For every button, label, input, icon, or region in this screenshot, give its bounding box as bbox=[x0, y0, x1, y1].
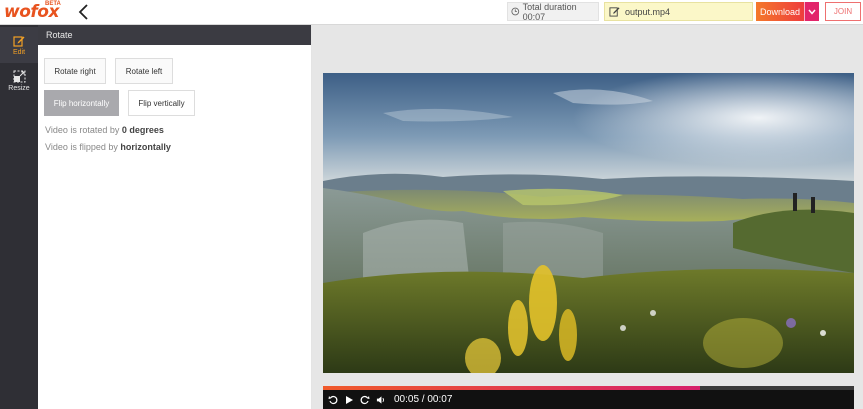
resize-icon bbox=[13, 70, 25, 83]
rotate-right-button[interactable]: Rotate right bbox=[44, 58, 106, 84]
download-button[interactable]: Download bbox=[756, 2, 804, 21]
video-frame-landscape bbox=[323, 73, 854, 373]
wofox-logo[interactable]: wofox BETA bbox=[4, 1, 61, 23]
tool-sidebar: Edit Resize bbox=[0, 25, 38, 409]
rotate-ccw-icon bbox=[328, 395, 338, 404]
clock-icon bbox=[511, 7, 520, 16]
total-duration: Total duration 00:07 bbox=[507, 1, 599, 22]
play-button[interactable] bbox=[344, 395, 354, 405]
sidebar-item-resize-label: Resize bbox=[8, 85, 30, 92]
rotate-cw-icon bbox=[360, 395, 370, 404]
player-controls: 00:05 / 00:07 bbox=[323, 390, 854, 409]
flip-vertically-button[interactable]: Flip vertically bbox=[128, 90, 195, 116]
flip-status-value: horizontally bbox=[120, 142, 171, 152]
filename-field[interactable]: output.mp4 bbox=[604, 2, 753, 21]
sidebar-item-edit[interactable]: Edit bbox=[0, 27, 38, 63]
preview-area: 00:05 / 00:07 bbox=[312, 25, 863, 409]
back-button[interactable] bbox=[76, 3, 92, 21]
video-preview[interactable] bbox=[323, 73, 854, 373]
sidebar-item-resize[interactable]: Resize bbox=[0, 63, 38, 99]
volume-button[interactable] bbox=[376, 395, 386, 405]
edit-icon bbox=[13, 35, 25, 47]
total-time: 00:07 bbox=[427, 394, 453, 405]
chevron-left-icon bbox=[78, 4, 88, 20]
flip-status-prefix: Video is flipped by bbox=[45, 142, 121, 152]
play-icon bbox=[346, 395, 353, 404]
redo-button[interactable] bbox=[360, 395, 370, 405]
flip-horizontally-button[interactable]: Flip horizontally bbox=[44, 90, 119, 116]
rotation-status: Video is rotated by 0 degrees bbox=[45, 125, 164, 135]
pencil-icon bbox=[609, 7, 620, 17]
total-duration-label: Total duration 00:07 bbox=[522, 1, 577, 22]
flip-status: Video is flipped by horizontally bbox=[45, 142, 171, 152]
filename-value: output.mp4 bbox=[625, 6, 671, 17]
volume-icon bbox=[376, 395, 384, 404]
chevron-down-icon bbox=[808, 9, 816, 15]
rotation-status-value: 0 degrees bbox=[121, 125, 164, 135]
sidebar-item-edit-label: Edit bbox=[12, 48, 26, 56]
download-options-button[interactable] bbox=[804, 2, 819, 21]
rotation-status-prefix: Video is rotated by bbox=[45, 125, 122, 135]
top-bar: wofox BETA Total duration 00:07 output.m… bbox=[0, 0, 863, 25]
current-time: 00:05 bbox=[394, 394, 420, 405]
panel-title: Rotate bbox=[38, 25, 311, 45]
join-button[interactable]: JOIN bbox=[825, 2, 861, 21]
replay-button[interactable] bbox=[328, 395, 338, 405]
rotate-left-button[interactable]: Rotate left bbox=[115, 58, 173, 84]
rotate-panel: Rotate Rotate right Rotate left Flip hor… bbox=[38, 25, 312, 409]
logo-beta-badge: BETA bbox=[45, 1, 61, 7]
time-display: 00:05 / 00:07 bbox=[394, 394, 452, 405]
